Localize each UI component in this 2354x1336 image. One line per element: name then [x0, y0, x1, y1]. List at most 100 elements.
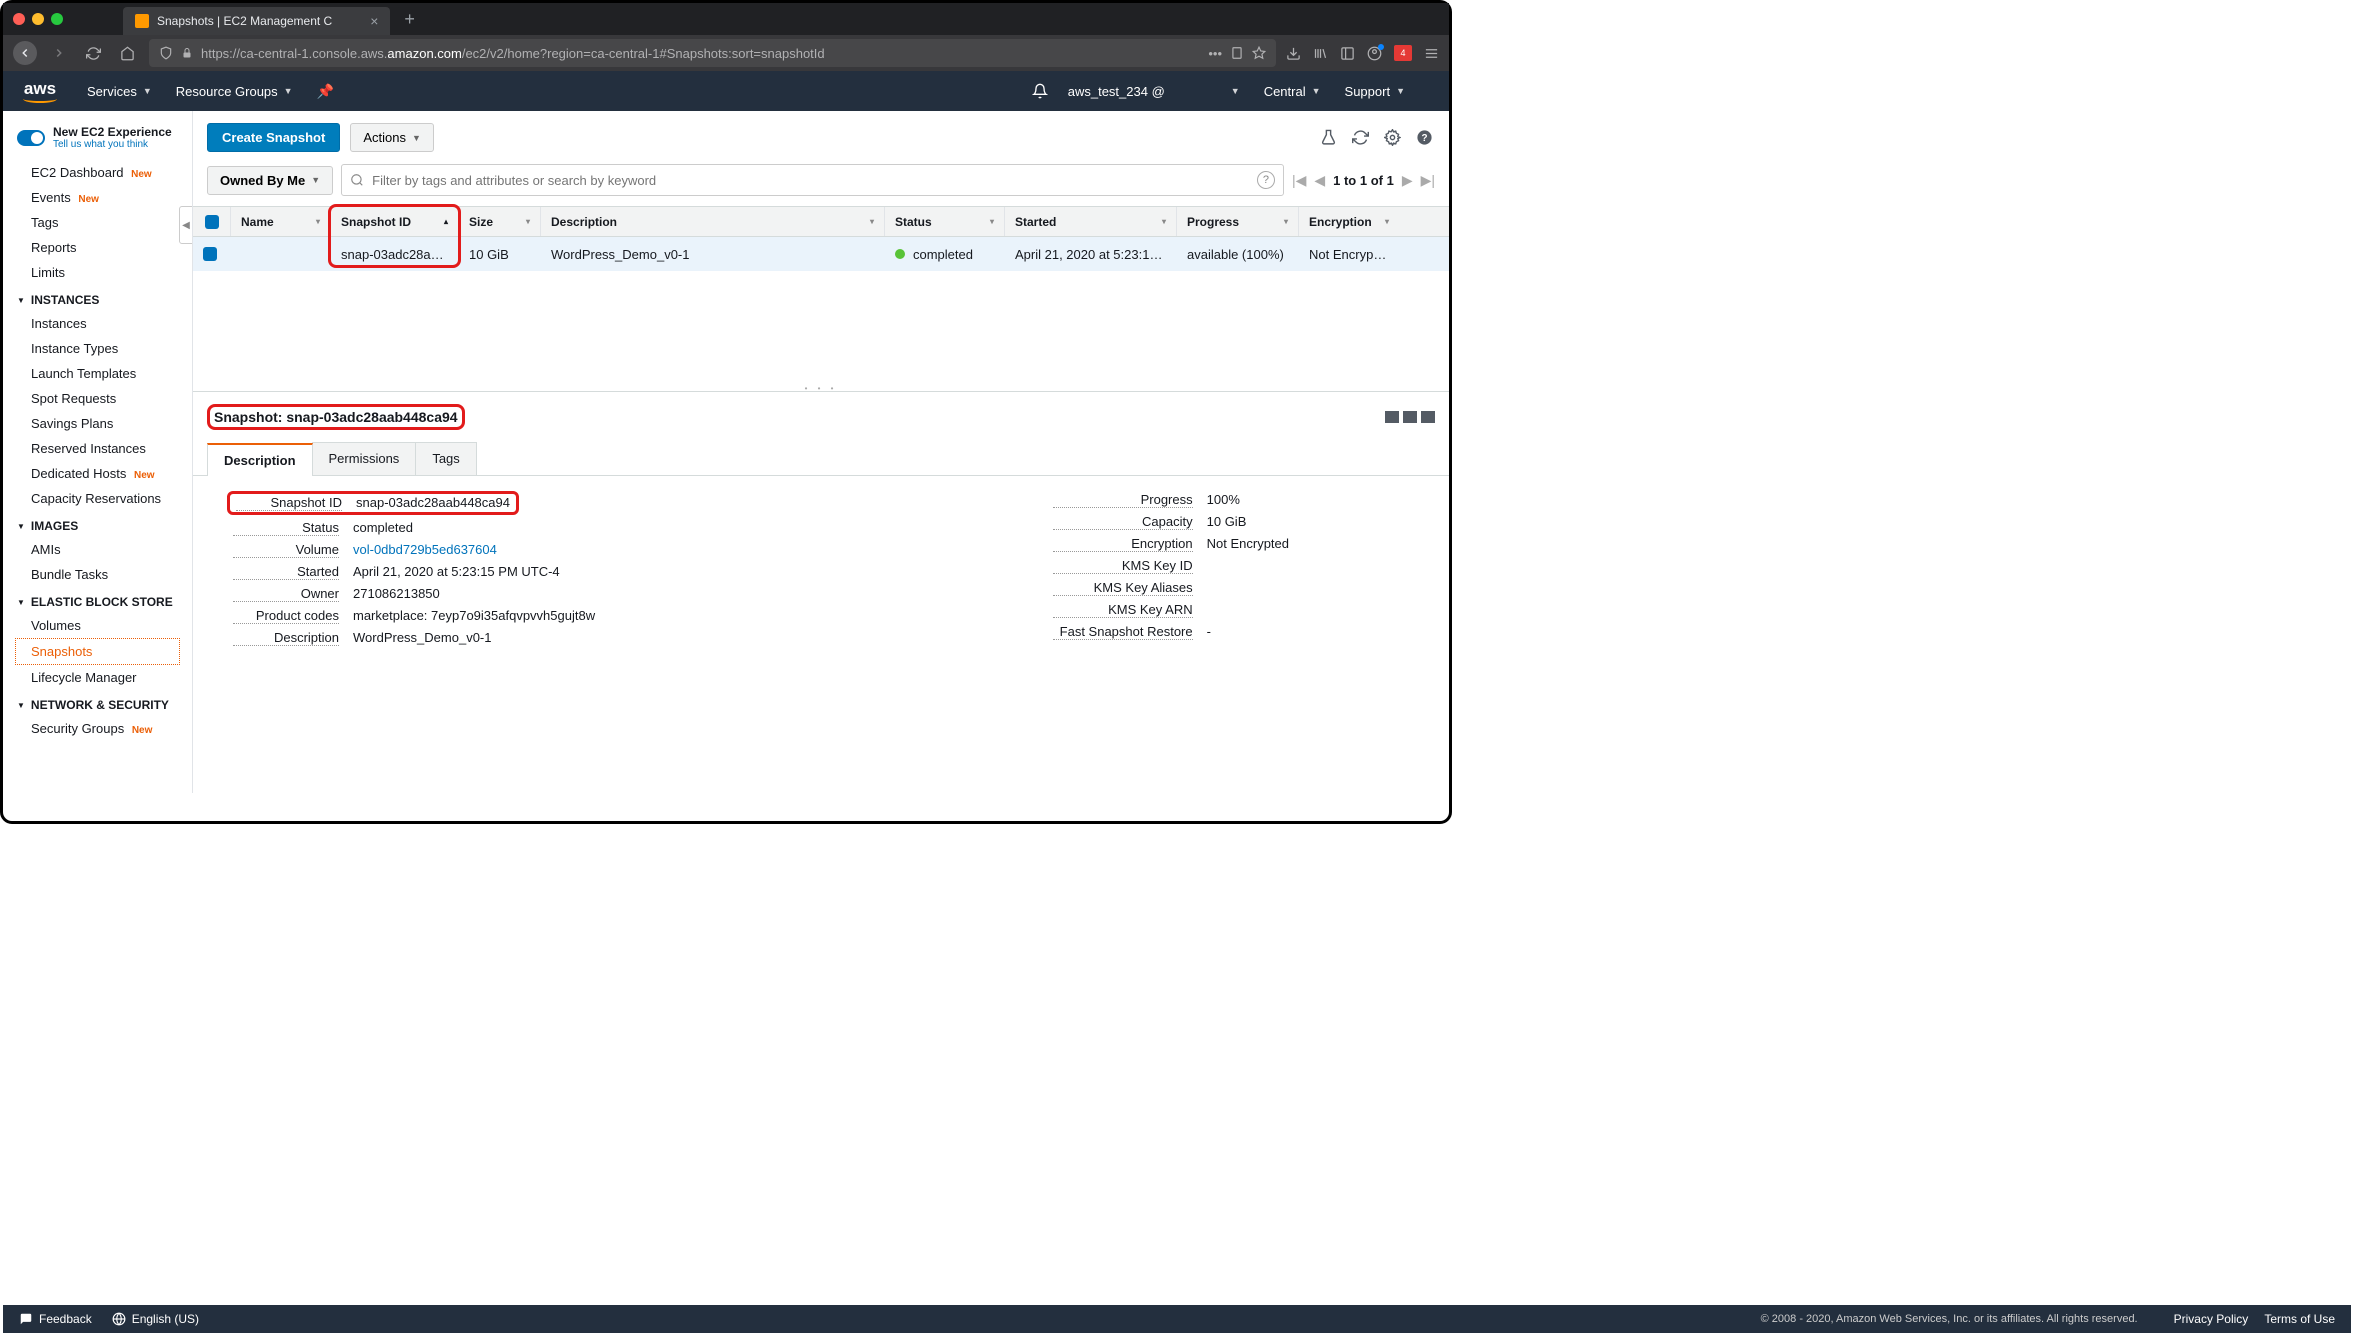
extension-icon[interactable]: 4 — [1394, 45, 1412, 61]
settings-icon[interactable] — [1381, 127, 1403, 149]
search-input[interactable] — [372, 173, 1249, 188]
account-icon[interactable] — [1367, 46, 1382, 61]
table-row[interactable]: snap-03adc28aab4... 10 GiB WordPress_Dem… — [193, 237, 1449, 271]
page-next-icon[interactable]: ▶ — [1402, 172, 1413, 189]
search-box[interactable]: ? — [341, 164, 1284, 196]
sidebar-savings-plans[interactable]: Savings Plans — [3, 411, 192, 436]
reader-icon[interactable] — [1230, 46, 1244, 60]
help-icon[interactable]: ? — [1413, 127, 1435, 149]
label-description: Description — [233, 630, 339, 646]
sidebar-volumes[interactable]: Volumes — [3, 613, 192, 638]
sidebar-dashboard[interactable]: EC2 Dashboard New — [3, 160, 192, 185]
experiments-icon[interactable] — [1317, 127, 1339, 149]
sidebar-dedicated-hosts[interactable]: Dedicated Hosts New — [3, 461, 192, 486]
actions-menu-button[interactable]: Actions▼ — [350, 123, 434, 152]
sidebar-spot-requests[interactable]: Spot Requests — [3, 386, 192, 411]
new-tab-button[interactable]: + — [404, 9, 415, 30]
sidebar-instance-types[interactable]: Instance Types — [3, 336, 192, 361]
filter-bar: Owned By Me▼ ? |◀ ◀ 1 to 1 of 1 ▶ ▶| — [193, 164, 1449, 206]
page-first-icon[interactable]: |◀ — [1292, 172, 1306, 189]
page-last-icon[interactable]: ▶| — [1421, 172, 1435, 189]
col-status[interactable]: Status▾ — [885, 207, 1005, 236]
create-snapshot-button[interactable]: Create Snapshot — [207, 123, 340, 152]
close-tab-icon[interactable]: × — [370, 13, 378, 29]
sidebar-instances[interactable]: Instances — [3, 311, 192, 336]
aws-logo[interactable]: aws — [23, 80, 57, 103]
sidebar-reserved-instances[interactable]: Reserved Instances — [3, 436, 192, 461]
sidebar-bundle-tasks[interactable]: Bundle Tasks — [3, 562, 192, 587]
language-selector[interactable]: English (US) — [112, 1312, 199, 1326]
services-menu[interactable]: Services▼ — [87, 84, 152, 99]
select-all-header[interactable] — [193, 207, 231, 236]
col-encryption[interactable]: Encryption▾ — [1299, 207, 1399, 236]
sidebar-section-instances[interactable]: INSTANCES — [3, 285, 192, 311]
new-experience-toggle[interactable] — [17, 130, 45, 146]
sidebar-security-groups[interactable]: Security Groups New — [3, 716, 192, 741]
sidebar-snapshots[interactable]: Snapshots — [15, 638, 180, 665]
sidebar-section-images[interactable]: IMAGES — [3, 511, 192, 537]
sidebar-events[interactable]: Events New — [3, 185, 192, 210]
library-icon[interactable] — [1313, 46, 1328, 61]
sidebar-capacity-reservations[interactable]: Capacity Reservations — [3, 486, 192, 511]
terms-link[interactable]: Terms of Use — [2264, 1312, 2335, 1326]
col-progress[interactable]: Progress▾ — [1177, 207, 1299, 236]
maximize-window[interactable] — [51, 13, 63, 25]
sidebar-collapse-handle[interactable]: ◀ — [179, 206, 193, 244]
page-prev-icon[interactable]: ◀ — [1314, 172, 1325, 189]
back-button[interactable] — [13, 41, 37, 65]
refresh-icon[interactable] — [1349, 127, 1371, 149]
forward-button[interactable] — [47, 41, 71, 65]
tab-description[interactable]: Description — [207, 443, 313, 476]
url-text: https://ca-central-1.console.aws.amazon.… — [201, 46, 825, 61]
resource-groups-menu[interactable]: Resource Groups▼ — [176, 84, 293, 99]
more-icon[interactable]: ••• — [1208, 46, 1222, 61]
cell-description: WordPress_Demo_v0-1 — [541, 247, 885, 262]
region-menu[interactable]: Central▼ — [1264, 84, 1321, 99]
value-owner: 271086213850 — [353, 586, 440, 602]
support-menu[interactable]: Support▼ — [1345, 84, 1405, 99]
user-menu[interactable]: aws_test_234 @▼ — [1068, 84, 1240, 99]
tab-permissions[interactable]: Permissions — [312, 442, 417, 475]
sidebar-limits[interactable]: Limits — [3, 260, 192, 285]
value-volume[interactable]: vol-0dbd729b5ed637604 — [353, 542, 497, 558]
sidebar-section-network[interactable]: NETWORK & SECURITY — [3, 690, 192, 716]
feedback-button[interactable]: Feedback — [19, 1312, 92, 1326]
privacy-link[interactable]: Privacy Policy — [2174, 1312, 2249, 1326]
col-snapshot-id[interactable]: Snapshot ID▴ — [331, 207, 459, 236]
home-button[interactable] — [115, 41, 139, 65]
row-checkbox[interactable] — [203, 247, 217, 261]
menu-icon[interactable] — [1424, 46, 1439, 61]
layout-split-icon[interactable] — [1403, 411, 1417, 423]
reload-button[interactable] — [81, 41, 105, 65]
col-size[interactable]: Size▾ — [459, 207, 541, 236]
download-icon[interactable] — [1286, 46, 1301, 61]
sidebar-section-ebs[interactable]: ELASTIC BLOCK STORE — [3, 587, 192, 613]
aws-top-nav: aws Services▼ Resource Groups▼ 📌 aws_tes… — [3, 71, 1449, 111]
sidebar-tags[interactable]: Tags — [3, 210, 192, 235]
pin-icon[interactable]: 📌 — [317, 83, 334, 100]
sidebar-amis[interactable]: AMIs — [3, 537, 192, 562]
cell-encryption: Not Encrypted — [1299, 247, 1399, 262]
bell-icon[interactable] — [1032, 83, 1048, 99]
star-icon[interactable] — [1252, 46, 1266, 60]
detail-col-right: Progress100% Capacity10 GiB EncryptionNo… — [1053, 492, 1289, 646]
tell-us-link[interactable]: Tell us what you think — [53, 139, 172, 150]
col-name[interactable]: Name▾ — [231, 207, 331, 236]
tab-tags[interactable]: Tags — [415, 442, 476, 475]
col-started[interactable]: Started▾ — [1005, 207, 1177, 236]
value-capacity: 10 GiB — [1207, 514, 1247, 530]
sidebar-reports[interactable]: Reports — [3, 235, 192, 260]
sidebar-lifecycle-manager[interactable]: Lifecycle Manager — [3, 665, 192, 690]
layout-min-icon[interactable] — [1385, 411, 1399, 423]
col-description[interactable]: Description▾ — [541, 207, 885, 236]
url-bar[interactable]: https://ca-central-1.console.aws.amazon.… — [149, 39, 1276, 67]
minimize-window[interactable] — [32, 13, 44, 25]
sidebar-icon[interactable] — [1340, 46, 1355, 61]
close-window[interactable] — [13, 13, 25, 25]
browser-tab[interactable]: Snapshots | EC2 Management C × — [123, 7, 390, 35]
sidebar-launch-templates[interactable]: Launch Templates — [3, 361, 192, 386]
cell-size: 10 GiB — [459, 247, 541, 262]
search-help-icon[interactable]: ? — [1257, 171, 1275, 189]
owned-by-filter[interactable]: Owned By Me▼ — [207, 166, 333, 195]
layout-max-icon[interactable] — [1421, 411, 1435, 423]
